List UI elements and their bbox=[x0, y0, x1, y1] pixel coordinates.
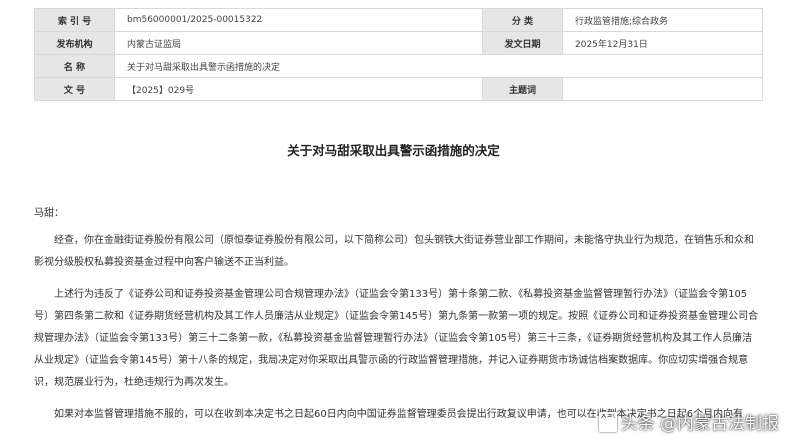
meta-row-name: 名 称 关于对马甜采取出具警示函措施的决定 bbox=[34, 54, 763, 78]
publisher-label: 发布机构 bbox=[34, 31, 115, 55]
salutation: 马甜： bbox=[34, 208, 64, 219]
watermark-logo-icon bbox=[598, 411, 617, 432]
index-label: 索 引 号 bbox=[34, 8, 115, 32]
name-value: 关于对马甜采取出具警示函措施的决定 bbox=[114, 54, 763, 78]
meta-row-index: 索 引 号 bm56000001/2025-00015322 分 类 行政监管措… bbox=[34, 8, 763, 32]
publisher-value: 内蒙古证监局 bbox=[114, 31, 483, 55]
watermark: 头条 @内蒙古法制报 bbox=[598, 409, 779, 434]
meta-row-publisher: 发布机构 内蒙古证监局 发文日期 2025年12月31日 bbox=[34, 31, 763, 55]
index-value: bm56000001/2025-00015322 bbox=[114, 8, 483, 32]
paragraph: 经查，你在金融街证券股份有限公司（原恒泰证券股份有限公司，以下简称公司）包头钢铁… bbox=[34, 235, 754, 268]
document-metadata-table: 索 引 号 bm56000001/2025-00015322 分 类 行政监管措… bbox=[34, 8, 763, 101]
paragraph: 上述行为违反了《证券公司和证券投资基金管理公司合规管理办法》（证监会令第133号… bbox=[34, 289, 759, 388]
subject-label: 主题词 bbox=[482, 77, 563, 101]
category-value: 行政监管措施;综合政务 bbox=[562, 8, 763, 32]
date-label: 发文日期 bbox=[482, 31, 563, 55]
meta-row-docno: 文 号 【2025】029号 主题词 bbox=[34, 77, 763, 101]
docno-label: 文 号 bbox=[34, 77, 115, 101]
name-label: 名 称 bbox=[34, 54, 115, 78]
subject-value bbox=[562, 77, 763, 101]
date-value: 2025年12月31日 bbox=[562, 31, 763, 55]
document-body: 马甜： 经查，你在金融街证券股份有限公司（原恒泰证券股份有限公司，以下简称公司）… bbox=[34, 196, 762, 426]
watermark-text: 头条 @内蒙古法制报 bbox=[620, 414, 779, 434]
category-label: 分 类 bbox=[482, 8, 563, 32]
document-title: 关于对马甜采取出具警示函措施的决定 bbox=[287, 143, 500, 158]
docno-value: 【2025】029号 bbox=[114, 77, 483, 101]
